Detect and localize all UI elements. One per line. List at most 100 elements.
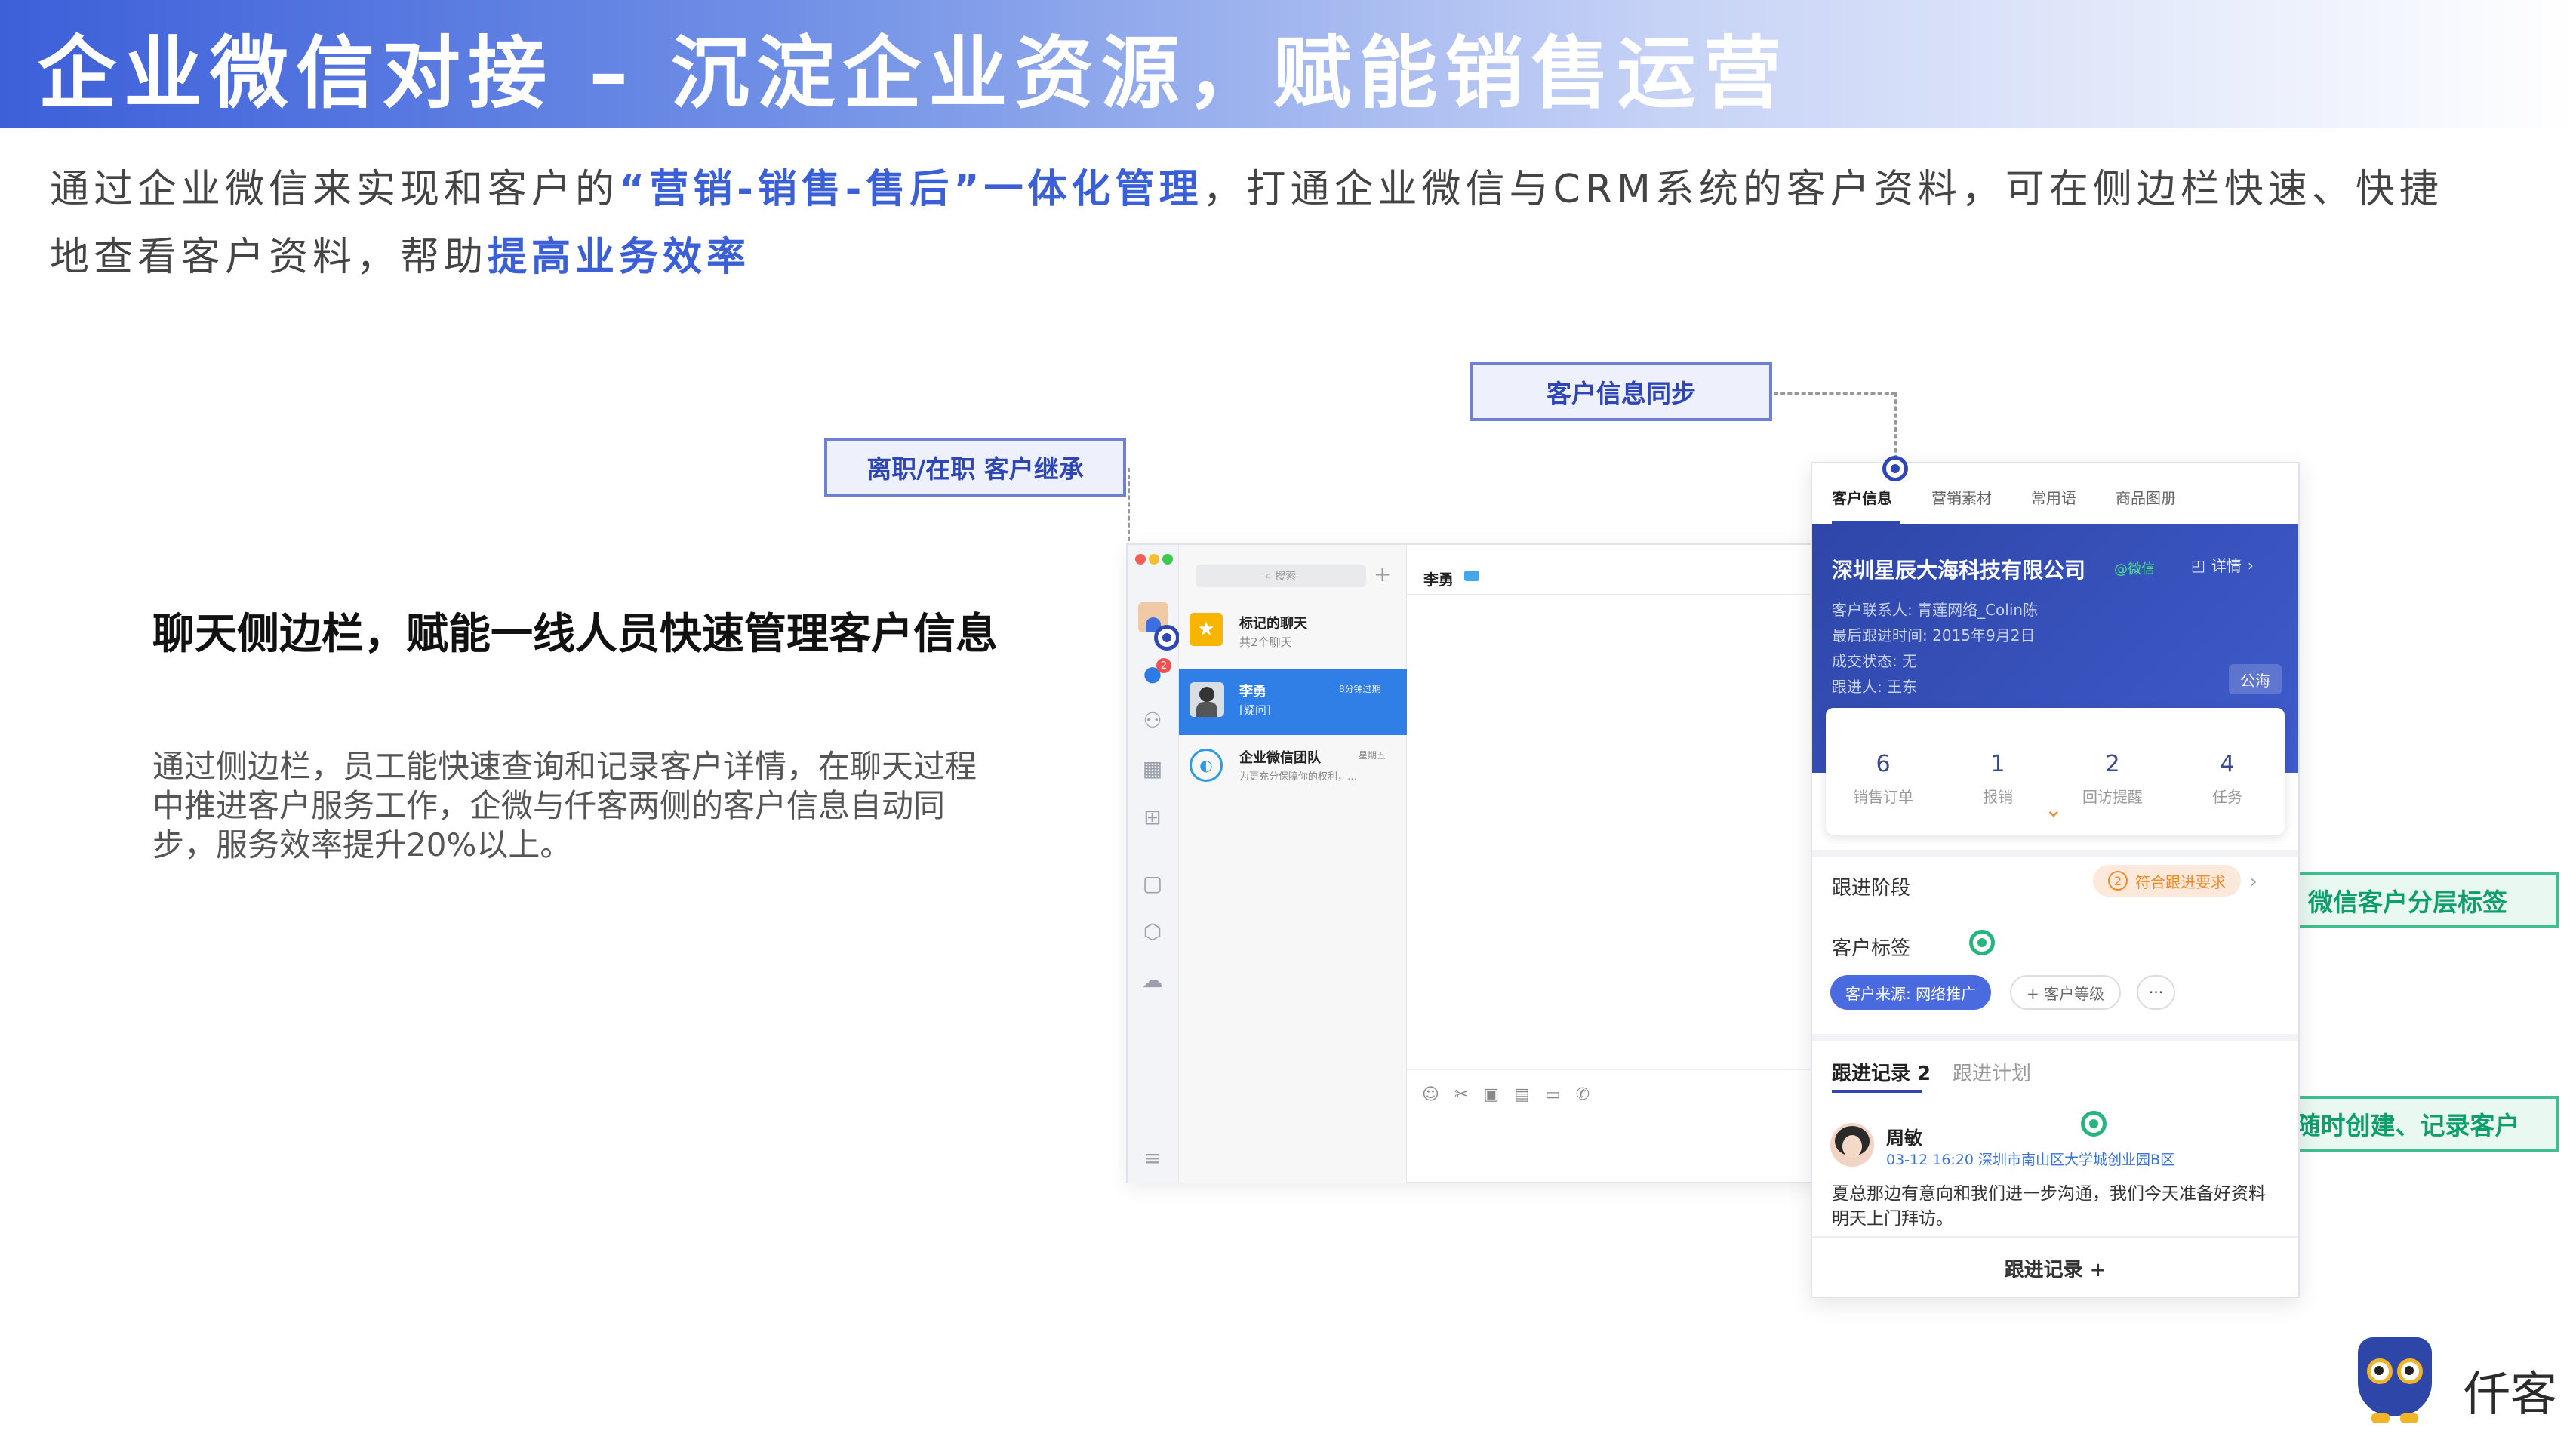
conversation-preview: [疑问]	[1239, 703, 1271, 717]
list-item[interactable]: ◐ 企业微信团队 为更充分保障你的权利，… 星期五	[1179, 737, 1407, 803]
stat-label: 任务	[2212, 788, 2242, 806]
public-pool-badge[interactable]: 公海	[2229, 664, 2282, 694]
record-user: 周敏	[1886, 1128, 1922, 1149]
list-item[interactable]: ★ 标记的聊天 共2个聊天	[1179, 602, 1407, 669]
tab-catalog[interactable]: 商品图册	[2116, 486, 2176, 508]
active-tab-indicator	[1832, 1090, 1922, 1093]
stat-value: 2	[2105, 751, 2120, 777]
stat-revisit[interactable]: 2 回访提醒	[2055, 751, 2170, 807]
add-button[interactable]: +	[1374, 561, 1391, 586]
record-meta: 03-12 16:20 深圳市南山区大学城创业园B区	[1886, 1152, 2175, 1168]
marker-sync	[1882, 456, 1908, 481]
stat-value: 4	[2220, 751, 2235, 777]
marker-tags	[1969, 930, 1995, 955]
intro-paragraph: 通过企业微信来实现和客户的“营销-销售-售后”一体化管理，打通企业微信与CRM系…	[50, 155, 2465, 291]
divider	[1812, 1236, 2298, 1238]
feature-title: 聊天侧边栏，赋能一线人员快速管理客户信息	[152, 610, 998, 659]
tab-follow-plan[interactable]: 跟进计划	[1953, 1058, 2031, 1086]
chevron-right-icon: ›	[2247, 555, 2254, 574]
qianke-owl-logo	[2353, 1337, 2436, 1428]
feature-description: 通过侧边栏，员工能快速查询和记录客户详情，在聊天过程中推进客户服务工作，企微与仟…	[152, 748, 977, 863]
docs-icon[interactable]: ▢	[1140, 871, 1165, 897]
stat-reimburse[interactable]: 1 报销	[1940, 751, 2055, 807]
conversation-time: 星期五	[1359, 750, 1386, 761]
stats-panel: 6 销售订单 1 报销 2 回访提醒 4 任务 ⌄	[1826, 708, 2285, 835]
callout-customer-inherit: 离职/在职 客户继承	[824, 438, 1126, 497]
conversation-preview: 为更充分保障你的权利，…	[1239, 771, 1358, 783]
unread-badge: 2	[1156, 658, 1171, 673]
stat-tasks[interactable]: 4 任务	[2170, 751, 2285, 807]
stage-number: 2	[2108, 871, 2128, 891]
maximize-window-icon[interactable]	[1162, 554, 1173, 565]
contacts-icon[interactable]: ⚇	[1140, 708, 1165, 734]
intro-highlight-1: “营销-销售-售后”一体化管理	[619, 167, 1203, 212]
chevron-down-icon[interactable]: ⌄	[2045, 797, 2062, 822]
calendar-icon[interactable]: ▦	[1140, 756, 1165, 782]
marker-record	[2081, 1111, 2107, 1137]
chat-header: 李勇	[1407, 545, 1820, 595]
stat-label: 报销	[1983, 788, 2013, 806]
tag-source-chip[interactable]: 客户来源: 网络推广	[1830, 975, 1992, 1010]
cloud-icon[interactable]: ☁	[1140, 968, 1165, 993]
stage-label: 跟进阶段	[1832, 877, 1911, 900]
list-item-selected[interactable]: 李勇 [疑问] 8分钟过期	[1179, 669, 1407, 735]
workbench-icon[interactable]: ⊞	[1140, 804, 1165, 830]
company-name: 深圳星辰大海科技有限公司	[1832, 558, 2086, 583]
conversation-name: 李勇	[1239, 684, 1266, 700]
last-follow-time: 最后跟进时间: 2015年9月2日	[1832, 626, 2036, 645]
tab-phrases[interactable]: 常用语	[2031, 486, 2076, 508]
chevron-right-icon[interactable]: ›	[2250, 871, 2257, 892]
contact-person: 客户联系人: 青莲网络_Colin陈	[1832, 601, 2039, 619]
stat-label: 销售订单	[1853, 788, 1913, 806]
detail-button[interactable]: ◰ 详情 ›	[2191, 554, 2254, 576]
tag-label: 客户标签	[1832, 937, 1911, 960]
conversation-name: 标记的聊天	[1239, 616, 1307, 632]
page-title: 企业微信对接 – 沉淀企业资源，赋能销售运营	[38, 27, 1790, 119]
add-record-button[interactable]: 跟进记录 +	[1812, 1254, 2298, 1282]
stat-sales-orders[interactable]: 6 销售订单	[1826, 751, 1940, 807]
tab-marketing[interactable]: 营销素材	[1931, 486, 1992, 508]
more-tags-button[interactable]: ···	[2137, 975, 2176, 1010]
tab-follow-records[interactable]: 跟进记录 2	[1832, 1058, 1931, 1086]
chat-toolbar: ☺ ✂ ▣ ▤ ▭ ✆	[1422, 1085, 1590, 1104]
stat-value: 6	[1876, 751, 1891, 777]
image-icon[interactable]: ▣	[1483, 1085, 1499, 1104]
menu-icon[interactable]: ≡	[1140, 1146, 1165, 1171]
contact-avatar	[1190, 682, 1224, 717]
chat-title: 李勇	[1423, 571, 1454, 589]
follower: 跟进人: 王东	[1832, 678, 1918, 696]
divider	[1407, 1069, 1820, 1070]
folder-icon[interactable]: ▭	[1545, 1085, 1561, 1104]
conversation-name: 企业微信团队	[1239, 750, 1321, 766]
conversation-time: 8分钟过期	[1339, 684, 1381, 694]
sidebar-tabs: 客户信息 营销素材 常用语 商品图册	[1832, 486, 2176, 508]
close-window-icon[interactable]	[1135, 554, 1146, 565]
detail-icon: ◰	[2191, 555, 2205, 574]
tab-customer-info[interactable]: 客户信息	[1832, 486, 1892, 508]
add-level-chip[interactable]: + 客户等级	[2010, 975, 2122, 1010]
detail-label: 详情	[2211, 557, 2242, 575]
search-input[interactable]: ⌕ 搜索	[1196, 565, 1366, 587]
search-icon: ⌕	[1265, 570, 1276, 582]
chat-status-icon	[1464, 571, 1479, 581]
intro-highlight-2: 提高业务效率	[488, 235, 751, 280]
connector-line	[1774, 392, 1896, 395]
smile-icon[interactable]: ☺	[1422, 1085, 1439, 1104]
settings-hex-icon[interactable]: ⬡	[1140, 919, 1165, 945]
stage-badge[interactable]: 2 符合跟进要求	[2093, 865, 2241, 897]
callout-tag-layers: 微信客户分层标签	[2257, 872, 2559, 928]
stat-label: 回访提醒	[2082, 788, 2143, 806]
phone-icon[interactable]: ✆	[1576, 1085, 1590, 1104]
minimize-window-icon[interactable]	[1149, 554, 1159, 565]
star-icon: ★	[1190, 613, 1223, 646]
callout-record-customer: 随时创建、记录客户	[2257, 1096, 2559, 1152]
file-icon[interactable]: ▤	[1514, 1085, 1530, 1104]
crm-sidebar: 客户信息 营销素材 常用语 商品图册 深圳星辰大海科技有限公司 @微信 ◰ 详情…	[1811, 462, 2300, 1298]
callout-customer-sync: 客户信息同步	[1470, 362, 1772, 421]
brand-name: 仟客	[2464, 1366, 2558, 1421]
deal-status: 成交状态: 无	[1832, 652, 1918, 670]
scissors-icon[interactable]: ✂	[1454, 1085, 1468, 1104]
conversation-preview: 共2个聊天	[1239, 635, 1292, 649]
stage-value: 符合跟进要求	[2135, 872, 2226, 891]
record-avatar	[1830, 1123, 1874, 1167]
